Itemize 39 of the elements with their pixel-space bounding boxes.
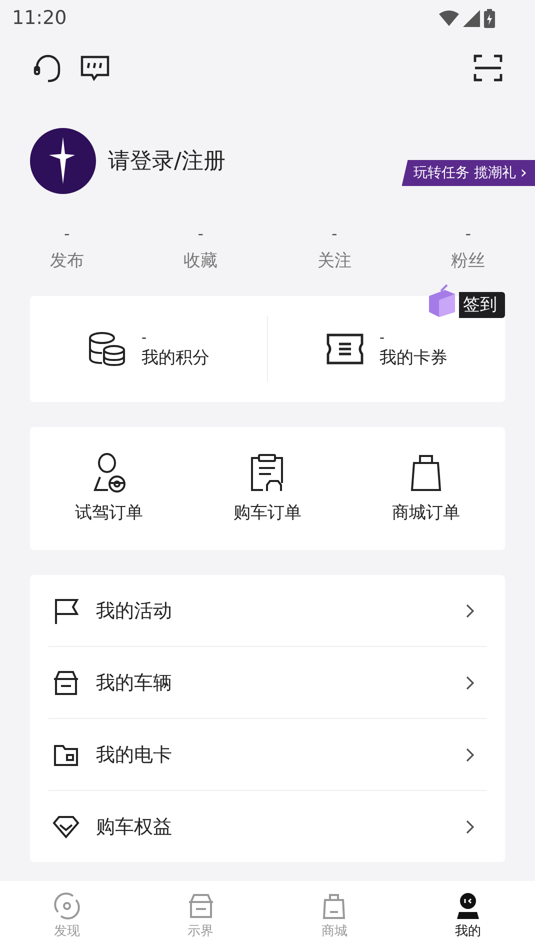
stat-value: - bbox=[465, 224, 472, 243]
stat-label[interactable]: 关注 bbox=[317, 249, 352, 272]
stat-value: - bbox=[331, 224, 338, 243]
stat-label[interactable]: 收藏 bbox=[184, 249, 218, 272]
wifi-icon bbox=[439, 10, 459, 26]
coins-icon[interactable] bbox=[88, 331, 126, 367]
menu-item[interactable]: 我的电卡 bbox=[48, 719, 487, 791]
battery-icon bbox=[484, 8, 495, 28]
login-link[interactable]: 请登录/注册 bbox=[108, 146, 226, 176]
flag-icon bbox=[52, 596, 80, 624]
wallet-value: - bbox=[142, 330, 148, 346]
order-label[interactable]: 试驾订单 bbox=[75, 501, 144, 524]
stat-label[interactable]: 粉丝 bbox=[451, 249, 486, 272]
message-icon[interactable] bbox=[80, 54, 110, 82]
avatar-logo[interactable] bbox=[30, 128, 96, 194]
nav-tab[interactable]: 我的 bbox=[401, 881, 535, 951]
menu-item[interactable]: 购车权益 bbox=[48, 791, 487, 862]
menu-item[interactable]: 我的活动 bbox=[48, 575, 487, 647]
status-time: 11:20 bbox=[12, 7, 67, 29]
ticket-icon[interactable] bbox=[326, 333, 364, 365]
stat-label[interactable]: 发布 bbox=[50, 249, 84, 272]
menu-item[interactable]: 我的车辆 bbox=[48, 647, 487, 719]
order-label[interactable]: 商城订单 bbox=[392, 501, 460, 524]
chevron-icon bbox=[466, 676, 475, 690]
wallet-label[interactable]: 我的积分 bbox=[142, 346, 210, 368]
chevron-icon bbox=[466, 748, 475, 762]
scan-icon[interactable] bbox=[473, 54, 503, 82]
stat-value: - bbox=[64, 224, 70, 243]
chevron-icon bbox=[466, 820, 475, 834]
chevron-icon bbox=[466, 604, 475, 618]
wallet-label[interactable]: 我的卡券 bbox=[380, 346, 448, 368]
clipboard-icon[interactable] bbox=[249, 453, 286, 493]
disc-icon bbox=[52, 892, 81, 920]
wallet-value: - bbox=[380, 330, 386, 346]
order-label[interactable]: 购车订单 bbox=[233, 501, 302, 524]
stat-value: - bbox=[198, 224, 204, 243]
signal-icon bbox=[463, 10, 480, 26]
task-banner[interactable]: 玩转任务 揽潮礼 › bbox=[402, 160, 535, 186]
sign-in-badge[interactable]: 签到 bbox=[459, 292, 505, 318]
